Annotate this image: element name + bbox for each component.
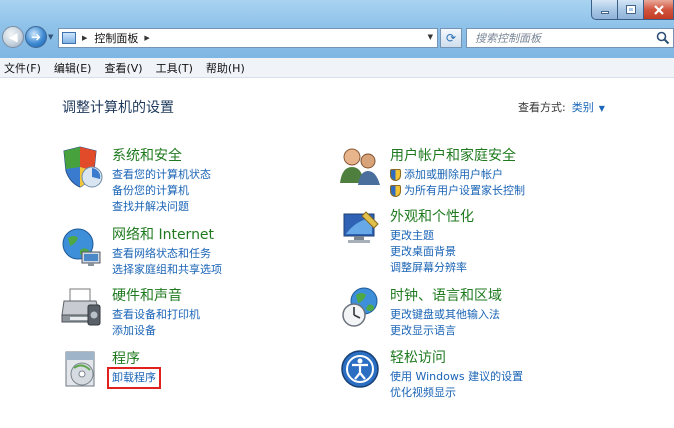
link-change-theme[interactable]: 更改主题 xyxy=(390,228,467,244)
category-title[interactable]: 时钟、语言和区域 xyxy=(390,285,502,305)
arrow-left-icon: ◀ xyxy=(8,30,18,44)
search-box[interactable] xyxy=(466,28,674,48)
menu-bar: 文件(F) 编辑(E) 查看(V) 工具(T) 帮助(H) xyxy=(0,58,674,78)
category-links: 卸载程序 xyxy=(107,367,161,389)
link-uninstall-program[interactable]: 卸载程序 xyxy=(107,367,161,389)
category-title[interactable]: 轻松访问 xyxy=(390,347,446,367)
uac-shield-icon xyxy=(390,185,401,197)
refresh-button[interactable]: ⟳ xyxy=(440,28,462,48)
programs-icon[interactable] xyxy=(60,348,104,392)
users-icon[interactable] xyxy=(338,145,382,189)
view-by-control: 查看方式: 类别 ▼ xyxy=(518,99,605,115)
link-find-fix-problems[interactable]: 查找并解决问题 xyxy=(112,199,211,215)
clock-globe-icon[interactable] xyxy=(338,285,382,329)
category-links: 使用 Windows 建议的设置 优化视频显示 xyxy=(390,369,523,401)
link-network-status[interactable]: 查看网络状态和任务 xyxy=(112,246,222,262)
category-links: 查看设备和打印机 添加设备 xyxy=(112,307,200,339)
maximize-icon xyxy=(625,5,636,14)
maximize-button[interactable] xyxy=(618,0,644,20)
link-optimize-visual-display[interactable]: 优化视频显示 xyxy=(390,385,523,401)
chevron-down-icon[interactable]: ▼ xyxy=(599,104,605,113)
address-dropdown-icon[interactable]: ▼ xyxy=(428,33,433,41)
link-change-background[interactable]: 更改桌面背景 xyxy=(390,244,467,260)
menu-help[interactable]: 帮助(H) xyxy=(206,60,245,76)
category-links: 查看网络状态和任务 选择家庭组和共享选项 xyxy=(112,246,222,278)
link-devices-printers[interactable]: 查看设备和打印机 xyxy=(112,307,200,323)
menu-view[interactable]: 查看(V) xyxy=(104,60,142,76)
breadcrumb-control-panel[interactable]: 控制面板 xyxy=(94,30,138,46)
menu-file[interactable]: 文件(F) xyxy=(4,60,41,76)
menu-edit[interactable]: 编辑(E) xyxy=(54,60,92,76)
menu-tools[interactable]: 工具(T) xyxy=(156,60,193,76)
link-screen-resolution[interactable]: 调整屏幕分辨率 xyxy=(390,260,467,276)
display-icon[interactable] xyxy=(338,206,382,250)
arrow-right-icon: ➜ xyxy=(30,30,42,44)
address-bar[interactable]: ▶ 控制面板 ▶ ▼ xyxy=(58,28,438,48)
link-add-remove-accounts[interactable]: 添加或删除用户帐户 xyxy=(390,167,525,183)
link-add-device[interactable]: 添加设备 xyxy=(112,323,200,339)
link-parental-controls[interactable]: 为所有用户设置家长控制 xyxy=(390,183,525,199)
printer-icon[interactable] xyxy=(60,285,104,329)
title-bar: ◀ ➜ ▼ ▶ 控制面板 ▶ ▼ ⟳ xyxy=(0,0,674,58)
link-label: 添加或删除用户帐户 xyxy=(404,168,503,181)
minimize-button[interactable] xyxy=(591,0,618,20)
page-title: 调整计算机的设置 xyxy=(62,100,174,116)
uac-shield-icon xyxy=(390,169,401,181)
view-by-dropdown[interactable]: 类别 xyxy=(572,101,594,114)
breadcrumb-arrow-icon[interactable]: ▶ xyxy=(82,34,87,42)
link-label: 为所有用户设置家长控制 xyxy=(404,184,525,197)
close-icon xyxy=(653,4,664,15)
search-input[interactable] xyxy=(475,31,645,45)
link-homegroup-sharing[interactable]: 选择家庭组和共享选项 xyxy=(112,262,222,278)
back-button[interactable]: ◀ xyxy=(2,26,24,48)
breadcrumb-arrow-icon[interactable]: ▶ xyxy=(144,34,149,42)
control-panel-icon xyxy=(62,32,76,44)
category-title[interactable]: 系统和安全 xyxy=(112,145,182,165)
link-backup-computer[interactable]: 备份您的计算机 xyxy=(112,183,211,199)
link-view-computer-status[interactable]: 查看您的计算机状态 xyxy=(112,167,211,183)
category-title[interactable]: 外观和个性化 xyxy=(390,206,474,226)
category-links: 更改键盘或其他输入法 更改显示语言 xyxy=(390,307,500,339)
category-title[interactable]: 硬件和声音 xyxy=(112,285,182,305)
category-title[interactable]: 程序 xyxy=(112,348,140,368)
window-controls xyxy=(591,0,674,20)
link-recommended-settings[interactable]: 使用 Windows 建议的设置 xyxy=(390,369,523,385)
view-by-label: 查看方式: xyxy=(518,101,566,114)
ease-of-access-icon[interactable] xyxy=(338,347,382,391)
category-links: 查看您的计算机状态 备份您的计算机 查找并解决问题 xyxy=(112,167,211,215)
recent-pages-dropdown[interactable]: ▼ xyxy=(48,33,58,41)
category-links: 更改主题 更改桌面背景 调整屏幕分辨率 xyxy=(390,228,467,276)
forward-button[interactable]: ➜ xyxy=(25,26,47,48)
navigation-buttons: ◀ ➜ ▼ xyxy=(2,26,58,48)
search-icon[interactable] xyxy=(656,31,670,45)
category-title[interactable]: 网络和 Internet xyxy=(112,224,214,244)
minimize-icon xyxy=(600,11,609,14)
close-button[interactable] xyxy=(644,0,674,20)
shield-chart-icon[interactable] xyxy=(60,145,104,189)
category-links: 添加或删除用户帐户 为所有用户设置家长控制 xyxy=(390,167,525,199)
refresh-icon: ⟳ xyxy=(445,31,457,45)
category-title[interactable]: 用户帐户和家庭安全 xyxy=(390,145,516,165)
chevron-down-icon: ▼ xyxy=(48,33,54,41)
network-globe-icon[interactable] xyxy=(60,224,104,268)
link-change-input-methods[interactable]: 更改键盘或其他输入法 xyxy=(390,307,500,323)
link-change-display-language[interactable]: 更改显示语言 xyxy=(390,323,500,339)
